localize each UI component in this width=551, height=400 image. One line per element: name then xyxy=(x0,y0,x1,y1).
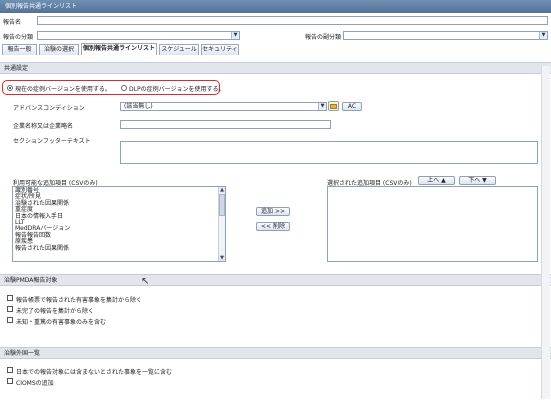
scroll-down-icon[interactable]: ▼ xyxy=(219,255,225,261)
radio-dlp-version-label: DLPの症例バージョンを使用する。 xyxy=(129,86,225,93)
pmda-unknown-serious-label: 未知・重篤の有害事象のみを含む xyxy=(16,319,107,326)
pmda-exclude-checkbox[interactable] xyxy=(7,295,13,301)
page-scrollbar[interactable] xyxy=(541,66,550,399)
advanced-condition-select[interactable]: (該当無し) ▼ xyxy=(120,102,327,111)
chevron-down-icon: ▼ xyxy=(231,32,239,39)
advanced-condition-label: アドバンスコンディション xyxy=(13,105,85,112)
advanced-condition-value: (該当無し) xyxy=(124,103,153,110)
report-category-select[interactable]: ▼ xyxy=(37,31,240,40)
foreign-include-label: 日本での報告対象には含まないとされた事象を一覧に含む xyxy=(16,369,173,376)
report-name-input[interactable] xyxy=(37,16,548,25)
tab-general[interactable]: 報告一般 xyxy=(2,44,37,55)
report-name-label: 報告名 xyxy=(3,19,22,26)
radio-dlp-version[interactable] xyxy=(121,85,127,91)
available-fields-list[interactable]: 識別番号 症状/所見 治験された因果関係 重症度 日本の情報入手日 LLT Me… xyxy=(12,186,226,262)
chevron-down-icon: ▼ xyxy=(318,103,326,110)
arrow-up-icon: ▲ xyxy=(441,177,446,184)
mouse-cursor-icon: ↖ xyxy=(141,276,150,287)
window-title: 個別報告共通ラインリスト xyxy=(0,0,551,13)
move-down-button[interactable]: 下へ ▼ xyxy=(459,176,496,185)
folder-icon xyxy=(330,104,337,109)
scroll-up-icon[interactable]: ▲ xyxy=(219,187,225,193)
common-settings-header: 共通設定 xyxy=(0,62,551,74)
section-footer-label: セクションフッターテキスト xyxy=(13,138,91,145)
tab-schedule[interactable]: スケジュール xyxy=(159,44,199,55)
radio-current-version[interactable] xyxy=(7,85,13,91)
cioms-add-checkbox[interactable] xyxy=(7,378,13,384)
scroll-thumb[interactable] xyxy=(219,194,225,216)
pmda-section-header: 治験PMDA報告対象 xyxy=(0,274,551,286)
foreign-section-header: 治験外国一覧 xyxy=(0,347,551,359)
radio-current-version-label: 現在の症例バージョンを使用する。 xyxy=(15,86,111,93)
ac-button[interactable]: AC xyxy=(342,102,362,111)
section-footer-textarea[interactable] xyxy=(120,141,538,164)
tab-security[interactable]: セキュリティ xyxy=(201,44,239,55)
cioms-add-label: CIOMSの追加 xyxy=(16,380,54,387)
add-button[interactable]: 追加 >> xyxy=(256,207,290,216)
foreign-include-checkbox[interactable] xyxy=(7,367,13,373)
list-scrollbar[interactable]: ▲ ▼ xyxy=(218,187,225,261)
pmda-unknown-serious-checkbox[interactable] xyxy=(7,317,13,323)
move-up-label: 上へ xyxy=(427,177,440,184)
arrow-down-icon: ▼ xyxy=(482,177,487,184)
company-name-label: 企業名称又は企業略名 xyxy=(13,123,74,130)
company-name-input[interactable] xyxy=(120,120,331,129)
folder-button[interactable] xyxy=(328,101,339,111)
list-item[interactable]: 報告された因果関係 xyxy=(13,245,225,252)
move-up-button[interactable]: 上へ ▲ xyxy=(418,176,455,185)
pmda-exclude-label: 報告帳票で報告された有害事象を集計から除く xyxy=(16,297,143,304)
chevron-down-icon: ▼ xyxy=(539,32,547,39)
tab-trial-selection[interactable]: 治験の選択 xyxy=(39,44,79,55)
move-down-label: 下へ xyxy=(468,177,481,184)
report-category-label: 報告の分類 xyxy=(3,34,34,41)
selected-fields-list[interactable] xyxy=(327,186,538,262)
pmda-incomplete-checkbox[interactable] xyxy=(7,306,13,312)
pmda-incomplete-label: 未完了の報告を集計から除く xyxy=(16,308,95,315)
report-subcategory-select[interactable]: ▼ xyxy=(343,31,548,40)
report-subcategory-label: 報告の副分類 xyxy=(305,34,342,41)
remove-button[interactable]: << 削除 xyxy=(256,222,290,231)
tab-individual-linelist[interactable]: 個別報告共通ラインリスト xyxy=(81,43,157,55)
